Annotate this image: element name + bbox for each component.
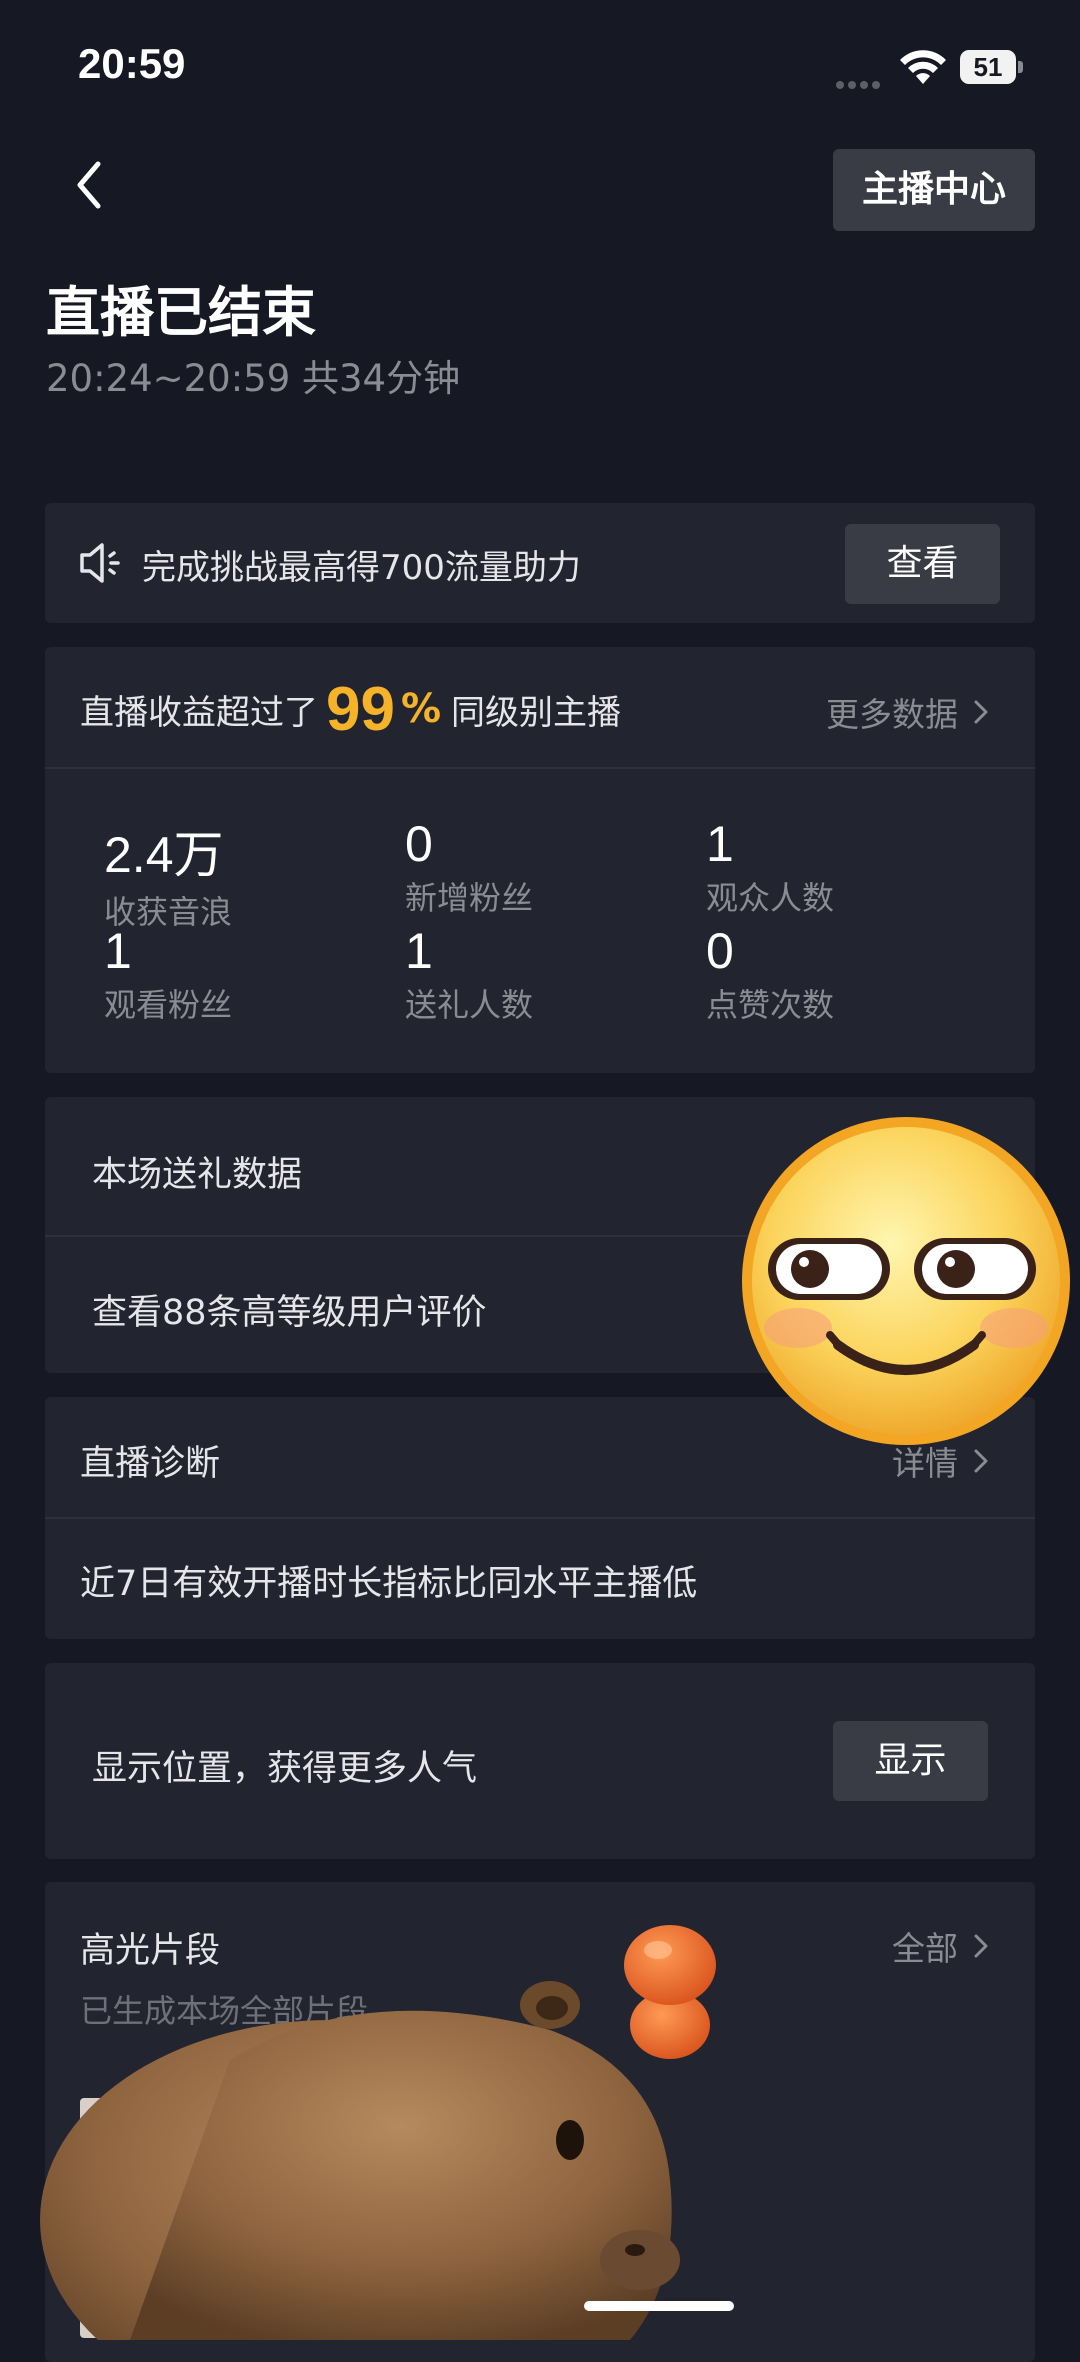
stat-label: 送礼人数 [405, 986, 534, 1024]
income-percent-value: 99 [326, 674, 395, 744]
speaker-icon [78, 540, 128, 586]
all-label: 全部 [892, 1929, 958, 1968]
signal-dots-icon [836, 74, 886, 89]
location-text: 显示位置，获得更多人气 [92, 1749, 478, 1789]
user-reviews-row[interactable]: 查看88条高等级用户评价 [92, 1284, 487, 1335]
capybara-sticker-icon [30, 1920, 750, 2362]
challenge-text: 完成挑战最高得700流量助力 [142, 548, 581, 588]
diagnosis-text: 近7日有效开播时长指标比同水平主播低 [80, 1564, 698, 1604]
gift-data-row[interactable]: 本场送礼数据 [92, 1146, 302, 1197]
stat-label: 新增粉丝 [405, 879, 534, 917]
stat-value: 1 [706, 816, 734, 872]
show-location-button[interactable]: 显示 [833, 1721, 988, 1801]
status-time: 20:59 [78, 40, 186, 87]
stat-item: 1 观看粉丝 [104, 922, 232, 1026]
income-suffix: 同级别主播 [451, 692, 622, 733]
chevron-right-icon [974, 1449, 988, 1473]
chevron-right-icon [974, 1934, 988, 1958]
wifi-icon [898, 48, 948, 86]
income-divider [45, 767, 1035, 769]
stat-label: 观众人数 [706, 879, 835, 917]
stat-value: 1 [405, 923, 433, 979]
battery-icon: 51 [960, 50, 1024, 86]
page-title: 直播已结束 [46, 281, 316, 344]
diagnosis-title: 直播诊断 [80, 1444, 221, 1484]
stat-item: 1 观众人数 [706, 815, 834, 919]
more-data-link[interactable]: 更多数据 [826, 688, 990, 736]
stat-item: 1 送礼人数 [405, 922, 533, 1026]
view-challenge-button[interactable]: 查看 [845, 524, 1000, 604]
stat-item: 0 新增粉丝 [405, 815, 533, 919]
chevron-left-icon [77, 161, 101, 209]
more-data-label: 更多数据 [826, 695, 958, 734]
income-prefix: 直播收益超过了 [80, 692, 318, 733]
highlights-all-link[interactable]: 全部 [892, 1922, 990, 1970]
stat-item: 2.4万 收获音浪 [104, 815, 232, 933]
chevron-right-icon [974, 700, 988, 724]
stat-label: 点赞次数 [706, 986, 835, 1024]
stat-label: 观看粉丝 [104, 986, 233, 1024]
stat-value: 0 [706, 923, 734, 979]
back-button[interactable] [64, 150, 114, 220]
income-summary: 直播收益超过了 99 % 同级别主播 [80, 675, 622, 744]
home-indicator[interactable] [584, 2301, 734, 2311]
stat-value: 0 [405, 816, 433, 872]
stat-value: 1 [104, 923, 132, 979]
stat-item: 0 点赞次数 [706, 922, 834, 1026]
battery-level: 51 [960, 50, 1016, 84]
income-percent-sign: % [400, 686, 442, 732]
anchor-center-button[interactable]: 主播中心 [833, 149, 1035, 231]
diagnosis-divider [45, 1517, 1035, 1519]
live-duration: 20:24~20:59 共34分钟 [46, 357, 461, 400]
stat-value: 2.4万 [104, 827, 224, 883]
smiley-sticker-icon [738, 1113, 1074, 1449]
